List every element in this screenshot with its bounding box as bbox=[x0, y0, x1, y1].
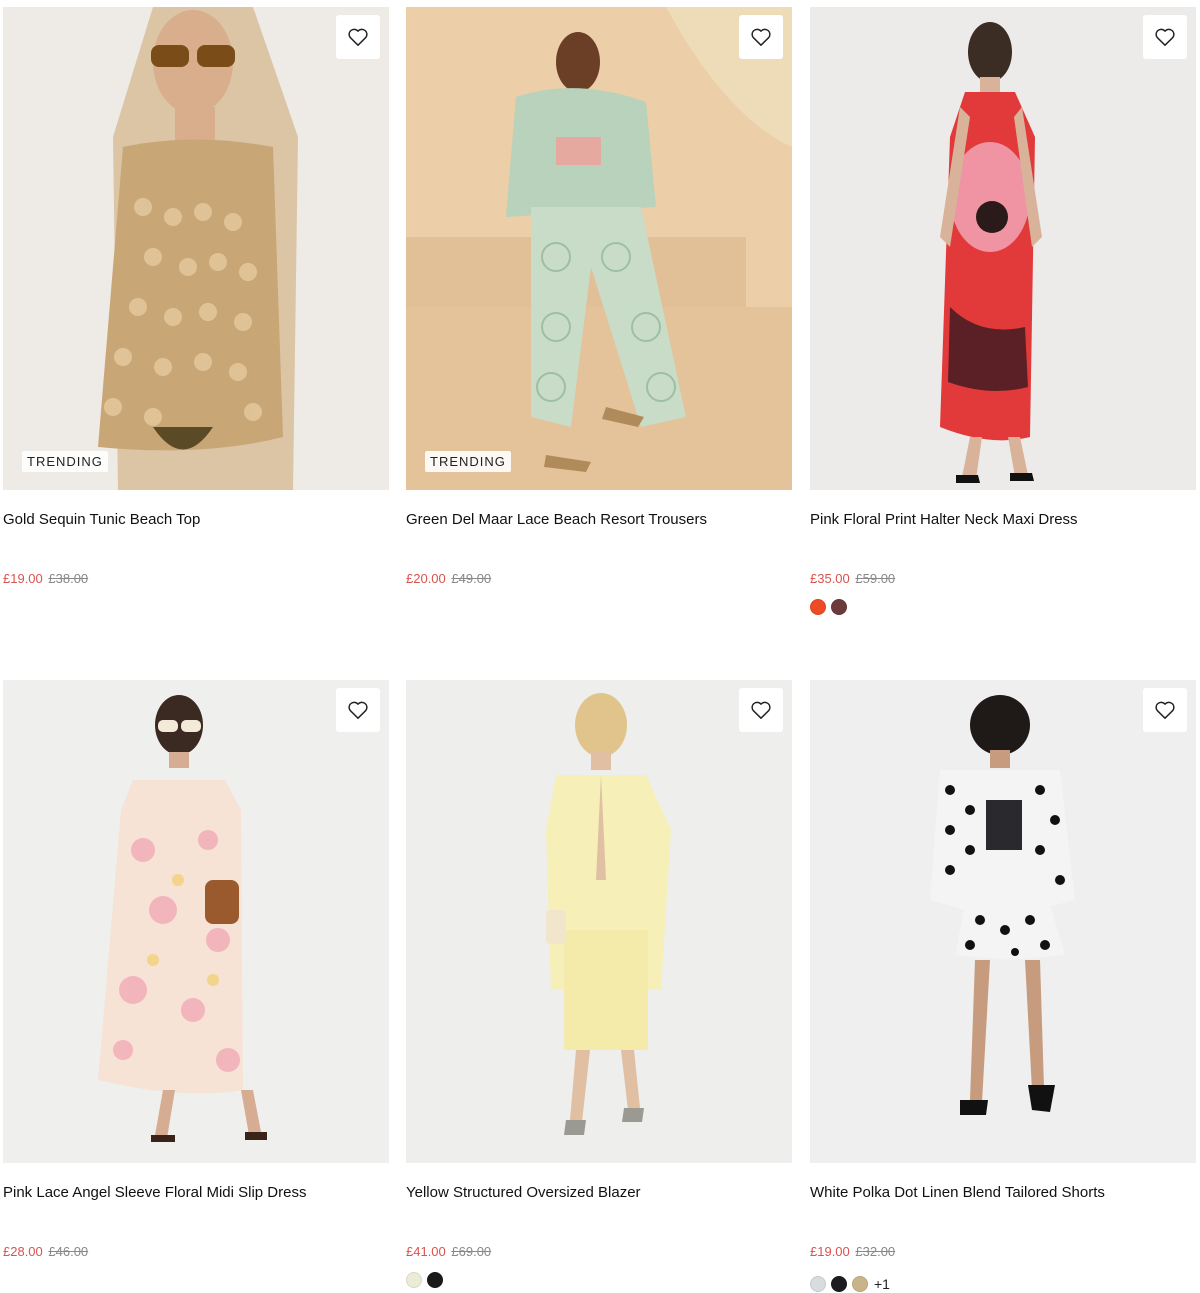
wishlist-button[interactable] bbox=[1143, 688, 1187, 732]
wishlist-button[interactable] bbox=[1143, 15, 1187, 59]
heart-outline-icon bbox=[751, 701, 771, 719]
heart-outline-icon bbox=[751, 28, 771, 46]
product-title[interactable]: Gold Sequin Tunic Beach Top bbox=[3, 510, 200, 530]
product-image[interactable]: TRENDING bbox=[406, 7, 792, 490]
color-swatch[interactable] bbox=[852, 1276, 868, 1292]
product-card[interactable]: Yellow Structured Oversized Blazer £41.0… bbox=[406, 680, 792, 1288]
price-group: £35.00 £59.00 bbox=[810, 571, 895, 587]
product-title[interactable]: Green Del Maar Lace Beach Resort Trouser… bbox=[406, 510, 707, 530]
color-swatches bbox=[406, 1270, 448, 1290]
color-swatches: +1 bbox=[810, 1274, 890, 1293]
wishlist-button[interactable] bbox=[739, 15, 783, 59]
sale-price: £28.00 bbox=[3, 1244, 43, 1259]
heart-outline-icon bbox=[348, 28, 368, 46]
product-title[interactable]: Pink Lace Angel Sleeve Floral Midi Slip … bbox=[3, 1183, 306, 1203]
heart-outline-icon bbox=[1155, 701, 1175, 719]
sale-price: £35.00 bbox=[810, 571, 850, 586]
original-price: £38.00 bbox=[48, 571, 89, 586]
price-group: £19.00 £38.00 bbox=[3, 571, 88, 587]
price-group: £20.00 £49.00 bbox=[406, 571, 491, 587]
product-title[interactable]: White Polka Dot Linen Blend Tailored Sho… bbox=[810, 1183, 1105, 1203]
product-photo bbox=[3, 7, 389, 490]
product-photo bbox=[810, 680, 1196, 1163]
original-price: £49.00 bbox=[451, 571, 492, 586]
product-title[interactable]: Yellow Structured Oversized Blazer bbox=[406, 1183, 641, 1203]
color-swatches bbox=[810, 597, 852, 617]
more-colors-count[interactable]: +1 bbox=[874, 1276, 890, 1292]
color-swatch[interactable] bbox=[427, 1272, 443, 1288]
heart-outline-icon bbox=[348, 701, 368, 719]
wishlist-button[interactable] bbox=[336, 15, 380, 59]
wishlist-button[interactable] bbox=[739, 688, 783, 732]
price-group: £41.00 £69.00 bbox=[406, 1244, 491, 1260]
product-image[interactable]: TRENDING bbox=[3, 7, 389, 490]
original-price: £59.00 bbox=[855, 571, 896, 586]
heart-outline-icon bbox=[1155, 28, 1175, 46]
color-swatch[interactable] bbox=[831, 599, 847, 615]
product-photo bbox=[810, 7, 1196, 490]
sale-price: £41.00 bbox=[406, 1244, 446, 1259]
color-swatch[interactable] bbox=[810, 599, 826, 615]
wishlist-button[interactable] bbox=[336, 688, 380, 732]
product-card[interactable]: Pink Lace Angel Sleeve Floral Midi Slip … bbox=[3, 680, 389, 1259]
product-photo bbox=[406, 680, 792, 1163]
color-swatch[interactable] bbox=[831, 1276, 847, 1292]
product-title[interactable]: Pink Floral Print Halter Neck Maxi Dress bbox=[810, 510, 1078, 530]
product-image[interactable] bbox=[406, 680, 792, 1163]
price-group: £28.00 £46.00 bbox=[3, 1244, 88, 1260]
product-card[interactable]: White Polka Dot Linen Blend Tailored Sho… bbox=[810, 680, 1196, 1292]
sale-price: £20.00 bbox=[406, 571, 446, 586]
color-swatch[interactable] bbox=[406, 1272, 422, 1288]
product-card[interactable]: TRENDING Gold Sequin Tunic Beach Top £19… bbox=[3, 7, 389, 586]
original-price: £69.00 bbox=[451, 1244, 492, 1259]
color-swatch[interactable] bbox=[810, 1276, 826, 1292]
price-group: £19.00 £32.00 bbox=[810, 1244, 895, 1260]
trending-badge: TRENDING bbox=[22, 451, 108, 472]
original-price: £32.00 bbox=[855, 1244, 896, 1259]
trending-badge: TRENDING bbox=[425, 451, 511, 472]
sale-price: £19.00 bbox=[3, 571, 43, 586]
sale-price: £19.00 bbox=[810, 1244, 850, 1259]
product-image[interactable] bbox=[810, 7, 1196, 490]
product-card[interactable]: TRENDING Green Del Maar Lace Beach Resor… bbox=[406, 7, 792, 586]
product-card[interactable]: Pink Floral Print Halter Neck Maxi Dress… bbox=[810, 7, 1196, 615]
product-image[interactable] bbox=[3, 680, 389, 1163]
original-price: £46.00 bbox=[48, 1244, 89, 1259]
product-photo bbox=[3, 680, 389, 1163]
product-photo bbox=[406, 7, 792, 490]
product-image[interactable] bbox=[810, 680, 1196, 1163]
